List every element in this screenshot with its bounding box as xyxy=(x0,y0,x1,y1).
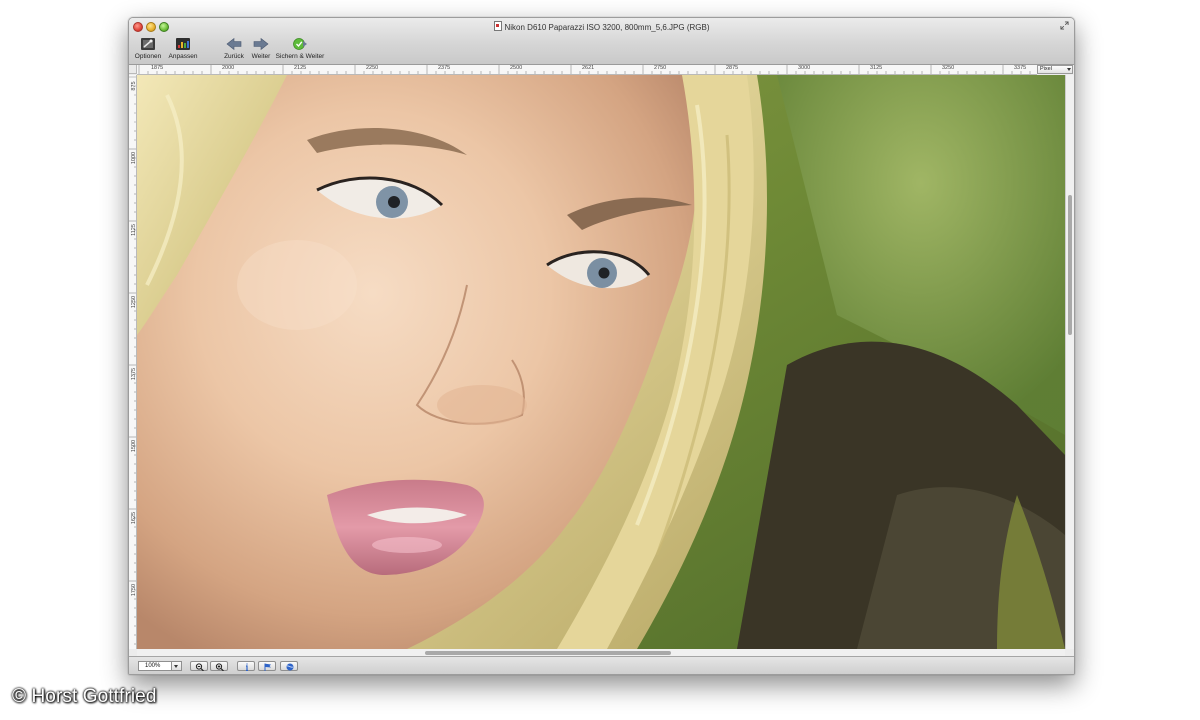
forward-arrow-icon xyxy=(253,37,269,51)
ruler-unit-value: Pixel xyxy=(1040,66,1052,72)
toolbar-save-forward-label: Sichern & Weiter xyxy=(275,53,325,60)
zoom-out-icon xyxy=(195,663,204,671)
ruler-h-label: 2621 xyxy=(582,65,595,71)
zoom-out-button[interactable] xyxy=(190,661,208,671)
ruler-h-label: 2875 xyxy=(726,65,739,71)
ruler-h-label: 3250 xyxy=(942,65,955,71)
ruler-h-label: 2750 xyxy=(654,65,667,71)
save-forward-icon xyxy=(293,38,307,50)
ruler-h-label: 3000 xyxy=(798,65,811,71)
ruler-unit-select[interactable]: Pixel xyxy=(1037,65,1073,74)
ruler-h-label: 1875 xyxy=(151,65,164,71)
toolbar-adjust-button[interactable]: Anpassen xyxy=(166,37,200,61)
vertical-scrollbar[interactable] xyxy=(1065,75,1074,649)
toolbar-back-label: Zurück xyxy=(224,53,244,60)
toolbar-forward-label: Weiter xyxy=(251,53,271,60)
ruler-h-label: 2375 xyxy=(438,65,451,71)
chevron-down-icon xyxy=(1067,68,1071,71)
portrait-photo xyxy=(137,75,1065,649)
adjust-icon xyxy=(176,38,190,50)
fullscreen-icon[interactable] xyxy=(1060,21,1069,30)
app-window: Nikon D610 Paparazzi ISO 3200, 800mm_5,6… xyxy=(128,17,1075,675)
ruler-h-label: 2250 xyxy=(366,65,379,71)
ruler-h-label: 2000 xyxy=(222,65,235,71)
toolbar-save-forward-button[interactable]: Sichern & Weiter xyxy=(274,37,326,61)
ruler-h-label: 3125 xyxy=(870,65,883,71)
flag-button[interactable] xyxy=(258,661,276,671)
vertical-scroll-thumb[interactable] xyxy=(1068,195,1072,335)
toolbar-adjust-label: Anpassen xyxy=(168,53,198,60)
ruler-h-label: 2500 xyxy=(510,65,523,71)
zoom-value: 100% xyxy=(145,663,161,669)
document-icon xyxy=(493,21,502,31)
ruler-h-label: 2125 xyxy=(294,65,307,71)
toolbar-options-label: Optionen xyxy=(134,53,162,60)
globe-icon xyxy=(286,663,294,671)
image-canvas[interactable] xyxy=(137,75,1065,649)
toolbar-back-button[interactable]: Zurück xyxy=(221,37,247,61)
title-bar: Nikon D610 Paparazzi ISO 3200, 800mm_5,6… xyxy=(129,18,1074,65)
toolbar-forward-button[interactable]: Weiter xyxy=(248,37,274,61)
horizontal-ruler: 1875 2000 2125 2250 2375 2500 2621 2750 … xyxy=(137,65,1037,75)
toolbar-options-button[interactable]: Optionen xyxy=(131,37,165,61)
status-bar: 100% xyxy=(129,656,1074,674)
options-icon xyxy=(141,38,155,50)
ruler-h-label: 3375 xyxy=(1014,65,1027,71)
copyright-watermark: © Horst Gottfried xyxy=(12,686,157,707)
horizontal-scroll-thumb[interactable] xyxy=(425,651,671,655)
vertical-ruler: 875 1000 1125 1250 1375 1500 1625 1750 xyxy=(129,75,137,649)
info-button[interactable] xyxy=(237,661,255,671)
zoom-select[interactable]: 100% xyxy=(138,661,182,671)
back-arrow-icon xyxy=(226,37,242,51)
zoom-in-icon xyxy=(215,663,224,671)
zoom-in-button[interactable] xyxy=(210,661,228,671)
globe-button[interactable] xyxy=(280,661,298,671)
window-title-wrap: Nikon D610 Paparazzi ISO 3200, 800mm_5,6… xyxy=(129,21,1074,33)
horizontal-scrollbar[interactable] xyxy=(137,649,1065,656)
ruler-corner xyxy=(129,65,137,74)
flag-icon xyxy=(264,663,271,671)
window-title: Nikon D610 Paparazzi ISO 3200, 800mm_5,6… xyxy=(504,23,710,32)
info-icon xyxy=(246,663,248,671)
chevron-down-icon xyxy=(171,662,181,670)
